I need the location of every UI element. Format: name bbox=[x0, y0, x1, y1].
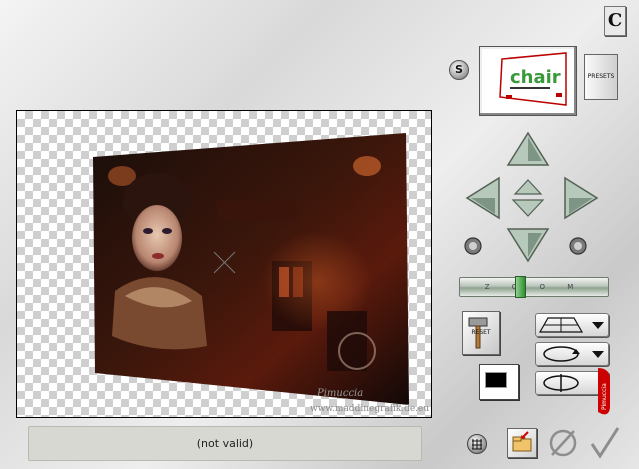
grid-glyph bbox=[472, 439, 482, 450]
rotate-left-knob-icon[interactable] bbox=[463, 236, 483, 256]
chevron-down-icon bbox=[592, 351, 604, 358]
arrow-down-icon[interactable] bbox=[506, 225, 550, 263]
flip-ellipse-icon bbox=[543, 374, 579, 392]
preview-canvas[interactable]: Pimuccia www.maddinegrafik.de.eu bbox=[16, 110, 432, 418]
perspective-mode-dropdown[interactable] bbox=[535, 313, 609, 337]
warped-image: Pimuccia www.maddinegrafik.de.eu bbox=[93, 133, 429, 414]
folder-open-icon bbox=[512, 431, 532, 452]
reset-button[interactable]: RESET bbox=[462, 311, 500, 355]
rotate-mode-dropdown[interactable] bbox=[535, 342, 609, 366]
arrow-right-icon[interactable] bbox=[561, 176, 599, 220]
rotate-right-knob-icon[interactable] bbox=[568, 236, 588, 256]
presets-button[interactable]: PRESETS bbox=[584, 54, 618, 100]
preset-preview-icon: chair bbox=[499, 52, 567, 106]
checkmark-icon[interactable] bbox=[588, 424, 622, 460]
perspective-grid-icon bbox=[538, 317, 584, 333]
arrow-up-icon[interactable] bbox=[506, 131, 550, 169]
chevron-down-icon bbox=[592, 322, 604, 329]
s-button[interactable]: S bbox=[449, 60, 469, 80]
grid-icon[interactable] bbox=[467, 434, 487, 454]
preset-thumbnail[interactable]: chair bbox=[479, 46, 577, 116]
watermark-line1: Pimuccia bbox=[316, 388, 363, 399]
open-folder-button[interactable] bbox=[507, 428, 537, 458]
reset-label: RESET bbox=[471, 329, 491, 336]
pimuccia-tag: Pimuccia bbox=[598, 368, 610, 415]
small-arrow-up-icon[interactable] bbox=[513, 178, 543, 196]
status-bar: (not valid) bbox=[28, 426, 422, 461]
preset-thumbnail-text: chair bbox=[510, 67, 561, 88]
small-arrow-down-icon[interactable] bbox=[511, 198, 545, 218]
arrow-left-icon[interactable] bbox=[465, 176, 503, 220]
color-swatch-button[interactable] bbox=[479, 364, 519, 400]
c-logo-icon[interactable]: C bbox=[604, 6, 626, 36]
zoom-label: Z O O M bbox=[484, 283, 584, 291]
zoom-slider[interactable]: Z O O M bbox=[459, 277, 609, 297]
tag-text: Pimuccia bbox=[601, 383, 608, 410]
cancel-icon[interactable] bbox=[546, 426, 580, 460]
zoom-slider-knob[interactable] bbox=[515, 276, 526, 298]
rotate-ellipse-icon bbox=[543, 346, 580, 362]
watermark-line2: www.maddinegrafik.de.eu bbox=[310, 404, 429, 414]
color-swatch bbox=[485, 372, 507, 388]
